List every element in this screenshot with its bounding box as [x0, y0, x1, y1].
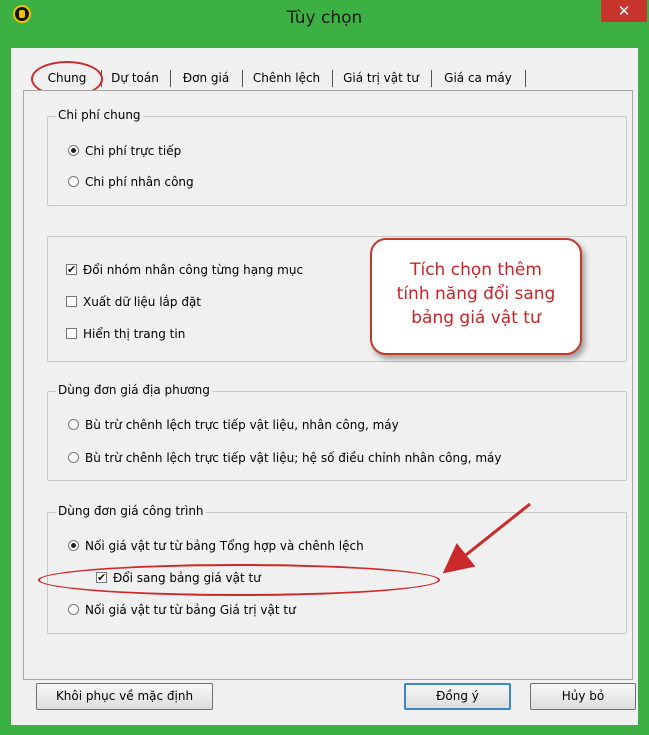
checkbox-icon[interactable]	[66, 296, 77, 307]
radio-noi-gia-tong-hop[interactable]: Nối giá vật tư từ bảng Tổng hợp và chênh…	[68, 537, 364, 555]
radio-label: Nối giá vật tư từ bảng Giá trị vật tư	[85, 603, 296, 617]
annotation-arrow	[442, 502, 531, 574]
tab-separator	[332, 70, 333, 87]
window-title: Tùy chọn	[286, 8, 363, 28]
ok-button[interactable]: Đồng ý	[404, 683, 511, 710]
checkbox-icon[interactable]	[66, 328, 77, 339]
close-icon: ✕	[617, 2, 631, 20]
radio-icon[interactable]	[68, 145, 79, 156]
radio-label: Bù trừ chênh lệch trực tiếp vật liệu; hệ…	[85, 451, 502, 465]
option-highlight-ellipse	[38, 564, 440, 596]
radio-icon[interactable]	[68, 176, 79, 187]
radio-label: Bù trừ chênh lệch trực tiếp vật liệu, nh…	[85, 418, 399, 432]
radio-label: Nối giá vật tư từ bảng Tổng hợp và chênh…	[85, 539, 364, 553]
tab-separator	[525, 70, 526, 87]
radio-chi-phi-truc-tiep[interactable]: Chi phí trực tiếp	[68, 142, 181, 160]
checkbox-label: Xuất dữ liệu lắp đặt	[83, 295, 202, 309]
tab-chenh-lech[interactable]: Chênh lệch	[245, 67, 328, 89]
annotation-callout: Tích chọn thêm tính năng đổi sang bảng g…	[370, 238, 582, 355]
group-chi-phi-chung: Chi phí chung	[47, 108, 627, 206]
tab-separator	[170, 70, 171, 87]
check-xuat-du-lieu-lap-dat[interactable]: Xuất dữ liệu lắp đặt	[66, 293, 201, 311]
tab-don-gia[interactable]: Đơn giá	[173, 67, 239, 89]
restore-defaults-button[interactable]: Khôi phục về mặc định	[36, 683, 213, 710]
check-doi-nhom-nhan-cong[interactable]: Đổi nhóm nhân công từng hạng mục	[66, 261, 303, 279]
callout-line: bảng giá vật tư	[411, 308, 541, 328]
radio-bu-tru-he-so[interactable]: Bù trừ chênh lệch trực tiếp vật liệu; hệ…	[68, 449, 502, 467]
radio-icon[interactable]	[68, 419, 79, 430]
radio-icon[interactable]	[68, 540, 79, 551]
dialog-window: Tùy chọn ✕ Chung Dự toán Đơn giá Chênh l…	[0, 0, 649, 735]
callout-line: Tích chọn thêm	[410, 260, 542, 280]
group-legend: Chi phí chung	[56, 108, 143, 122]
checkbox-icon[interactable]	[66, 261, 77, 279]
radio-label: Chi phí trực tiếp	[85, 144, 182, 158]
checkbox-label: Đổi nhóm nhân công từng hạng mục	[83, 263, 304, 277]
checkbox-label: Hiển thị trang tin	[83, 327, 186, 341]
group-legend: Dùng đơn giá địa phương	[56, 383, 212, 397]
tab-separator	[242, 70, 243, 87]
radio-chi-phi-nhan-cong[interactable]: Chi phí nhân công	[68, 173, 194, 191]
radio-icon[interactable]	[68, 452, 79, 463]
tab-gia-ca-may[interactable]: Giá ca máy	[434, 67, 522, 89]
radio-label: Chi phí nhân công	[85, 175, 194, 189]
radio-bu-tru-truc-tiep[interactable]: Bù trừ chênh lệch trực tiếp vật liệu, nh…	[68, 416, 399, 434]
tab-gia-tri-vat-tu[interactable]: Giá trị vật tư	[335, 67, 427, 89]
group-don-gia-dia-phuong: Dùng đơn giá địa phương	[47, 383, 627, 481]
check-hien-thi-trang-tin[interactable]: Hiển thị trang tin	[66, 325, 185, 343]
group-legend: Dùng đơn giá công trình	[56, 504, 206, 518]
radio-icon[interactable]	[68, 604, 79, 615]
title-bar[interactable]: Tùy chọn ✕	[0, 0, 649, 48]
tab-du-toan[interactable]: Dự toán	[104, 67, 166, 89]
callout-line: tính năng đổi sang	[396, 284, 556, 304]
tab-separator	[431, 70, 432, 87]
radio-noi-gia-gia-tri-vat-tu[interactable]: Nối giá vật tư từ bảng Giá trị vật tư	[68, 601, 296, 619]
cancel-button[interactable]: Hủy bỏ	[530, 683, 636, 710]
close-button[interactable]: ✕	[601, 0, 647, 22]
